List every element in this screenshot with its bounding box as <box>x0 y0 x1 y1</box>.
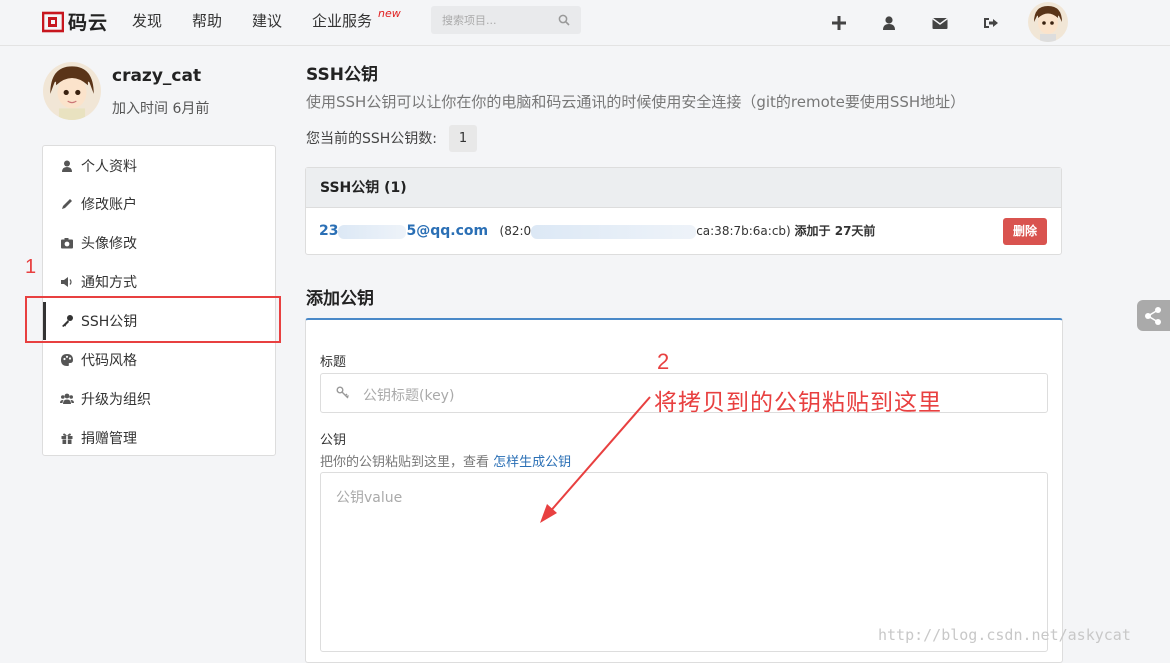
delete-key-button[interactable]: 删除 <box>1003 218 1047 245</box>
share-icon <box>1145 307 1161 325</box>
public-key-hint-text: 把你的公钥粘贴到这里，查看 <box>320 455 490 470</box>
add-key-title: 添加公钥 <box>306 289 374 309</box>
share-button[interactable] <box>1137 300 1170 331</box>
avatar-image <box>43 62 101 120</box>
avatar-image <box>1028 2 1068 42</box>
sidebar-item-label: 升级为组织 <box>81 392 151 408</box>
profile-joined: 加入时间 6月前 <box>112 101 210 117</box>
key-fingerprint-prefix: (82:0 <box>499 224 532 238</box>
annotation-highlight-box <box>25 296 281 343</box>
sidebar-item-account[interactable]: 修改账户 <box>43 185 275 223</box>
volume-icon <box>61 277 72 287</box>
mail-icon[interactable] <box>931 14 949 32</box>
sidebar-item-donate[interactable]: 捐赠管理 <box>43 419 275 457</box>
sidebar-item-avatar[interactable]: 头像修改 <box>43 224 275 262</box>
sidebar-item-label: 捐赠管理 <box>81 431 137 447</box>
public-key-hint: 把你的公钥粘贴到这里，查看 怎样生成公钥 <box>320 451 571 470</box>
user-icon[interactable] <box>880 14 898 32</box>
sidebar-item-label: 头像修改 <box>81 236 137 252</box>
public-key-label: 公钥 <box>320 433 347 448</box>
search-icon <box>558 14 570 26</box>
sidebar-item-label: 个人资料 <box>81 159 137 175</box>
sidebar-item-profile[interactable]: 个人资料 <box>43 147 275 185</box>
annotation-marker-2: 2 <box>657 349 670 374</box>
annotation-instruction: 将拷贝到的公钥粘贴到这里 <box>654 390 942 416</box>
ssh-key-list-header: SSH公钥 (1) <box>306 168 1061 208</box>
user-icon <box>62 160 72 172</box>
key-icon <box>336 386 349 399</box>
logo[interactable]: 码云 <box>42 8 108 35</box>
new-badge: new <box>378 7 401 20</box>
annotation-marker-1: 1 <box>25 256 37 278</box>
key-fingerprint-suffix: ca:38:7b:6a:cb) <box>696 224 791 238</box>
sidebar-item-codestyle[interactable]: 代码风格 <box>43 341 275 379</box>
nav-enterprise[interactable]: 企业服务 <box>312 10 372 31</box>
ssh-count-label: 您当前的SSH公钥数: <box>306 131 438 147</box>
search-placeholder: 搜索项目... <box>442 14 497 27</box>
pencil-icon <box>62 199 72 209</box>
key-added-time: 添加于 27天前 <box>794 224 876 238</box>
camera-icon <box>61 238 73 249</box>
ssh-key-row: 23 5@qq.com (82:0 ca:38:7b:6a:cb) 添加于 27天前 <box>319 222 875 239</box>
sidebar-item-label: 通知方式 <box>81 275 137 291</box>
public-key-textarea[interactable]: 公钥value <box>320 472 1048 652</box>
palette-icon <box>61 354 73 366</box>
gift-icon <box>61 433 73 444</box>
profile-avatar[interactable] <box>43 62 101 120</box>
top-navbar: 码云 发现 帮助 建议 企业服务 new 搜索项目... <box>0 0 1170 46</box>
users-icon <box>60 393 74 404</box>
logo-icon <box>42 11 64 32</box>
key-title-placeholder: 公钥标题(key) <box>363 388 455 404</box>
nav-help[interactable]: 帮助 <box>192 10 222 31</box>
sidebar-item-label: 代码风格 <box>81 353 137 369</box>
ssh-section-title: SSH公钥 <box>306 65 378 85</box>
logo-text: 码云 <box>68 12 109 34</box>
sidebar-item-label: 修改账户 <box>81 197 137 213</box>
ssh-count-badge: 1 <box>449 125 477 152</box>
user-avatar[interactable] <box>1028 2 1068 42</box>
nav-suggest[interactable]: 建议 <box>252 10 282 31</box>
key-title-label: 标题 <box>320 355 347 370</box>
signout-icon[interactable] <box>982 14 1000 32</box>
nav-discover[interactable]: 发现 <box>132 10 162 31</box>
how-to-generate-link[interactable]: 怎样生成公钥 <box>493 455 571 470</box>
redacted-blur <box>338 224 407 239</box>
key-email-prefix: 23 <box>319 223 339 239</box>
watermark: http://blog.csdn.net/askycat <box>878 626 1131 644</box>
profile-username: crazy_cat <box>112 66 202 86</box>
ssh-key-list: SSH公钥 (1) 23 5@qq.com (82:0 ca:38:7b:6a:cb… <box>305 167 1062 255</box>
public-key-placeholder: 公钥value <box>336 490 403 506</box>
plus-icon[interactable] <box>830 14 848 32</box>
search-input[interactable]: 搜索项目... <box>431 6 581 34</box>
ssh-description: 使用SSH公钥可以让你在你的电脑和码云通讯的时候使用安全连接（git的remot… <box>306 93 966 111</box>
key-email-suffix: 5@qq.com <box>406 223 489 239</box>
redacted-blur <box>531 224 697 239</box>
sidebar-item-upgrade[interactable]: 升级为组织 <box>43 380 275 418</box>
